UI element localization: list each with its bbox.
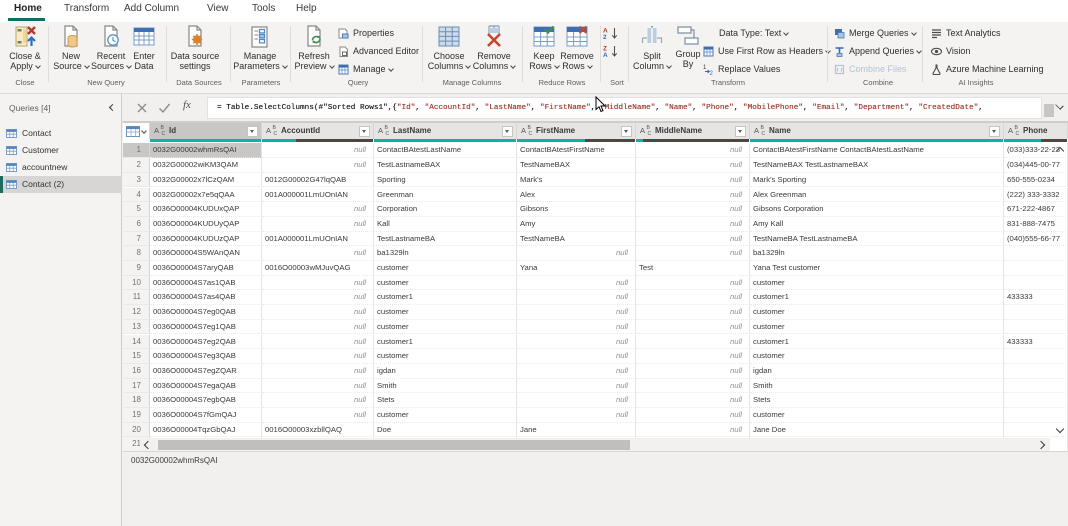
svg-text:1: 1 <box>703 65 707 71</box>
svg-text:2: 2 <box>710 71 714 75</box>
svg-text:A: A <box>603 52 608 58</box>
svg-text:2: 2 <box>603 34 607 41</box>
